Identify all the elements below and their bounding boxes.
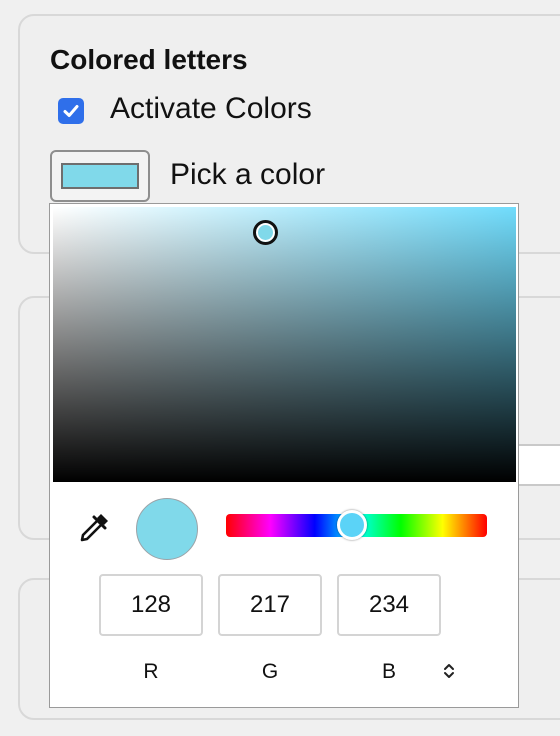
color-swatch-button[interactable] xyxy=(50,150,150,202)
saturation-value-area[interactable] xyxy=(53,207,516,482)
hue-slider[interactable] xyxy=(226,510,487,540)
eyedropper-icon[interactable] xyxy=(74,508,114,548)
activate-colors-label[interactable]: Activate Colors xyxy=(110,92,312,126)
activate-colors-checkbox[interactable] xyxy=(58,98,84,124)
green-label: G xyxy=(261,660,279,683)
color-picker-popup: 128 217 234 R G B xyxy=(49,203,519,708)
chevron-up-down-icon[interactable] xyxy=(438,660,460,682)
green-value-input[interactable]: 217 xyxy=(218,574,322,636)
saturation-value-handle[interactable] xyxy=(253,220,278,245)
blue-label: B xyxy=(381,660,396,683)
color-swatch-preview xyxy=(61,163,139,189)
pick-color-label: Pick a color xyxy=(170,158,326,191)
section-title: Colored letters xyxy=(50,44,248,75)
color-preview-circle xyxy=(136,498,198,560)
background-input-field[interactable] xyxy=(516,444,560,486)
red-label: R xyxy=(143,660,159,683)
red-value-input[interactable]: 128 xyxy=(99,574,203,636)
hue-slider-thumb[interactable] xyxy=(337,510,367,540)
checkmark-icon xyxy=(63,105,79,117)
blue-value-input[interactable]: 234 xyxy=(337,574,441,636)
